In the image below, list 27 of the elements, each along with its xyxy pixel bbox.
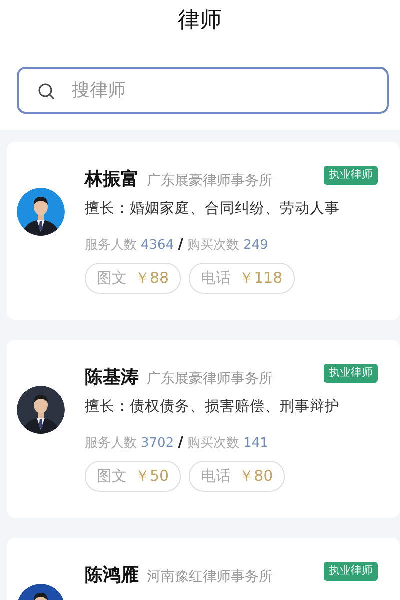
separator: / bbox=[178, 234, 184, 255]
stat-value: 3702 bbox=[141, 434, 174, 453]
page-title: 律师 bbox=[177, 7, 223, 35]
lawyer-name: 陈基涛 bbox=[85, 366, 139, 390]
service-button[interactable]: 图文 ￥50 bbox=[85, 461, 182, 492]
law-firm: 广东展豪律师事务所 bbox=[147, 172, 273, 191]
stat-label: 购买次数 bbox=[188, 236, 240, 255]
lawyer-name: 陈鸿雁 bbox=[85, 564, 139, 588]
specialty-text: 擅长：债权债务、损害赔偿、刑事辩护 bbox=[85, 398, 341, 417]
separator: / bbox=[178, 432, 184, 453]
law-firm: 河南豫红律师事务所 bbox=[147, 568, 273, 587]
stat-label: 购买次数 bbox=[188, 434, 240, 453]
stat-value: 141 bbox=[244, 434, 268, 453]
license-badge: 执业律师 bbox=[324, 562, 378, 580]
lawyer-name: 林振富 bbox=[85, 168, 139, 192]
search-field[interactable]: 搜律师 bbox=[17, 67, 389, 114]
stat-value: 4364 bbox=[141, 236, 174, 255]
license-badge: 执业律师 bbox=[324, 166, 378, 184]
service-button[interactable]: 电话 ￥80 bbox=[189, 461, 286, 492]
specialty-text: 擅长：婚姻家庭、合同纠纷、劳动人事 bbox=[85, 200, 341, 219]
service-button[interactable]: 电话 ￥118 bbox=[189, 263, 295, 294]
stat-value: 249 bbox=[244, 236, 268, 255]
service-button[interactable]: 图文 ￥88 bbox=[85, 263, 182, 294]
stat-label: 服务人数 bbox=[85, 434, 137, 453]
stat-label: 服务人数 bbox=[85, 236, 137, 255]
license-badge: 执业律师 bbox=[324, 364, 378, 382]
law-firm: 广东展豪律师事务所 bbox=[147, 370, 273, 389]
